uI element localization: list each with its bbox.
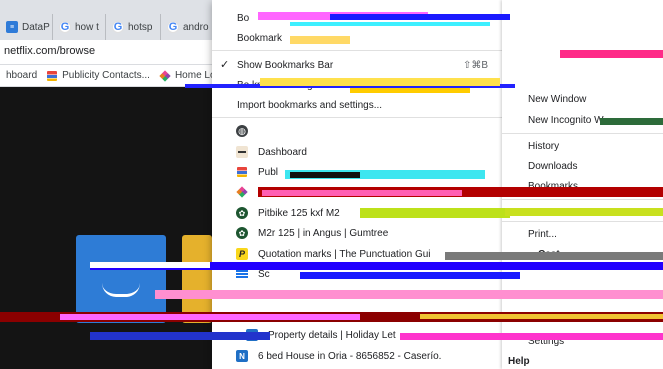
menu-item-label: Bo xyxy=(237,12,250,24)
bookmarks-menu: Bo Bookmark ✓ Show Bookmarks Bar ⇧⌘B Bo … xyxy=(212,0,502,369)
diamond-icon xyxy=(159,69,171,82)
bookmark-folder-item[interactable]: ◍ xyxy=(212,121,502,141)
history-item[interactable]: History xyxy=(528,141,559,152)
bookmark-title: Pitbike 125 kxf M2 xyxy=(258,207,340,219)
check-icon: ✓ xyxy=(220,59,230,71)
dashboard-icon xyxy=(236,146,248,158)
bookmark-publicity-item[interactable]: Publ xyxy=(212,162,502,182)
chrome-main-menu: New Window New Incognito W History Downl… xyxy=(502,0,663,369)
smile-icon xyxy=(102,283,140,297)
print-item[interactable]: Print... xyxy=(528,229,557,240)
show-bookmarks-bar-item[interactable]: ✓ Show Bookmarks Bar ⇧⌘B xyxy=(212,55,502,75)
bookmark-this-tab-item[interactable]: Bo xyxy=(212,8,502,28)
tab-label: how t xyxy=(75,21,99,33)
bookmark-title: Property details | Holiday Let xyxy=(268,329,396,341)
profile-avatar[interactable] xyxy=(76,235,166,323)
bookmark-manager-item[interactable]: Bo kmark Manager xyxy=(212,75,502,95)
bookmark-sc-item[interactable]: Sc xyxy=(212,264,502,284)
menu-divider xyxy=(212,117,502,118)
bookmark-property-item[interactable]: N Property details | Holiday Let xyxy=(212,325,502,345)
bookmark-dashboard-item[interactable]: Dashboard xyxy=(212,142,502,162)
tab-hotspot[interactable]: G hotsp xyxy=(105,14,160,40)
tab-android[interactable]: G andro xyxy=(160,14,212,40)
shortcut-label: ⇧⌘B xyxy=(462,59,488,71)
tab-how-to[interactable]: G how t xyxy=(52,14,105,40)
punctuation-icon: P xyxy=(236,248,248,260)
tab-label: hotsp xyxy=(128,21,153,33)
downloads-item[interactable]: Downloads xyxy=(528,161,577,172)
url-text[interactable]: netflix.com/browse xyxy=(4,45,95,57)
diamond-icon xyxy=(236,186,248,198)
bookmark-home-loft[interactable]: Home Lo xyxy=(159,69,216,82)
menu-divider xyxy=(502,221,663,222)
address-bar[interactable]: netflix.com/browse xyxy=(4,45,95,57)
bookmark-title: 6 bed House in Oria - 8656852 - Caserío. xyxy=(258,350,442,362)
bookmark-label: Home Lo xyxy=(174,70,216,81)
bookmark-title: Publ xyxy=(258,166,279,178)
zoom-label: Z xyxy=(528,207,535,218)
menu-item-label: Bookmark xyxy=(237,32,283,44)
dashboard-favicon-icon: ≡ xyxy=(6,21,18,33)
menu-divider xyxy=(502,199,663,200)
bookmark-dashboard[interactable]: hboard xyxy=(6,70,37,81)
tab-datap[interactable]: ≡ DataP xyxy=(0,14,52,40)
google-icon: G xyxy=(167,21,179,33)
help-item[interactable]: Help xyxy=(508,356,530,367)
import-bookmarks-item[interactable]: Import bookmarks and settings... xyxy=(212,95,502,115)
tab-label: DataP xyxy=(22,21,50,33)
bookmark-title: Sc xyxy=(258,268,270,280)
bookmark-oria-house-item[interactable]: N 6 bed House in Oria - 8656852 - Caserí… xyxy=(212,346,502,366)
profile-avatar[interactable] xyxy=(182,235,212,323)
bookmark-label: Publicity Contacts... xyxy=(62,70,150,81)
zoom-row: Z Zoom xyxy=(528,207,578,218)
menu-item-label: Bo kmark Manager xyxy=(237,79,322,91)
new-incognito-item[interactable]: New Incognito W xyxy=(528,115,604,126)
cast-item[interactable]: Cast... xyxy=(538,249,568,260)
publicity-icon xyxy=(236,166,248,178)
bookmark-all-tabs-item[interactable]: Bookmark xyxy=(212,28,502,48)
bookmark-m2r-item[interactable]: ✿ M2r 125 | in Angus | Gumtree xyxy=(212,223,502,243)
new-window-item[interactable]: New Window xyxy=(528,94,586,105)
leaf-icon: ✿ xyxy=(236,227,248,239)
bookmark-home-loft-item[interactable] xyxy=(212,182,502,202)
menu-item-label: Import bookmarks and settings... xyxy=(237,99,383,111)
bookmark-label: hboard xyxy=(6,70,38,81)
n-badge-icon: N xyxy=(246,329,258,341)
bookmark-publicity-contacts[interactable]: Publicity Contacts... xyxy=(47,70,150,81)
bookmark-pitbike-item[interactable]: ✿ Pitbike 125 kxf M2 xyxy=(212,203,502,223)
publicity-icon xyxy=(47,70,58,81)
bookmark-title: Quotation marks | The Punctuation Gui xyxy=(258,248,431,260)
globe-icon: ◍ xyxy=(236,125,248,137)
bookmarks-item[interactable]: Bookmarks xyxy=(528,181,578,192)
google-icon: G xyxy=(59,21,71,33)
tab-label: andro xyxy=(183,21,209,33)
n-badge-icon: N xyxy=(236,350,248,362)
lines-icon xyxy=(236,268,248,280)
menu-divider xyxy=(212,50,502,51)
google-icon: G xyxy=(112,21,124,33)
leaf-icon: ✿ xyxy=(236,207,248,219)
bookmark-title: M2r 125 | in Angus | Gumtree xyxy=(258,227,389,239)
bookmark-title: Dashboard xyxy=(258,146,307,158)
zoom-value: Zoom xyxy=(552,207,578,218)
menu-divider xyxy=(502,133,663,134)
menu-item-label: Show Bookmarks Bar xyxy=(237,59,334,71)
settings-item[interactable]: Settings xyxy=(528,336,564,347)
bookmark-quotation-item[interactable]: P Quotation marks | The Punctuation Gui xyxy=(212,244,502,264)
